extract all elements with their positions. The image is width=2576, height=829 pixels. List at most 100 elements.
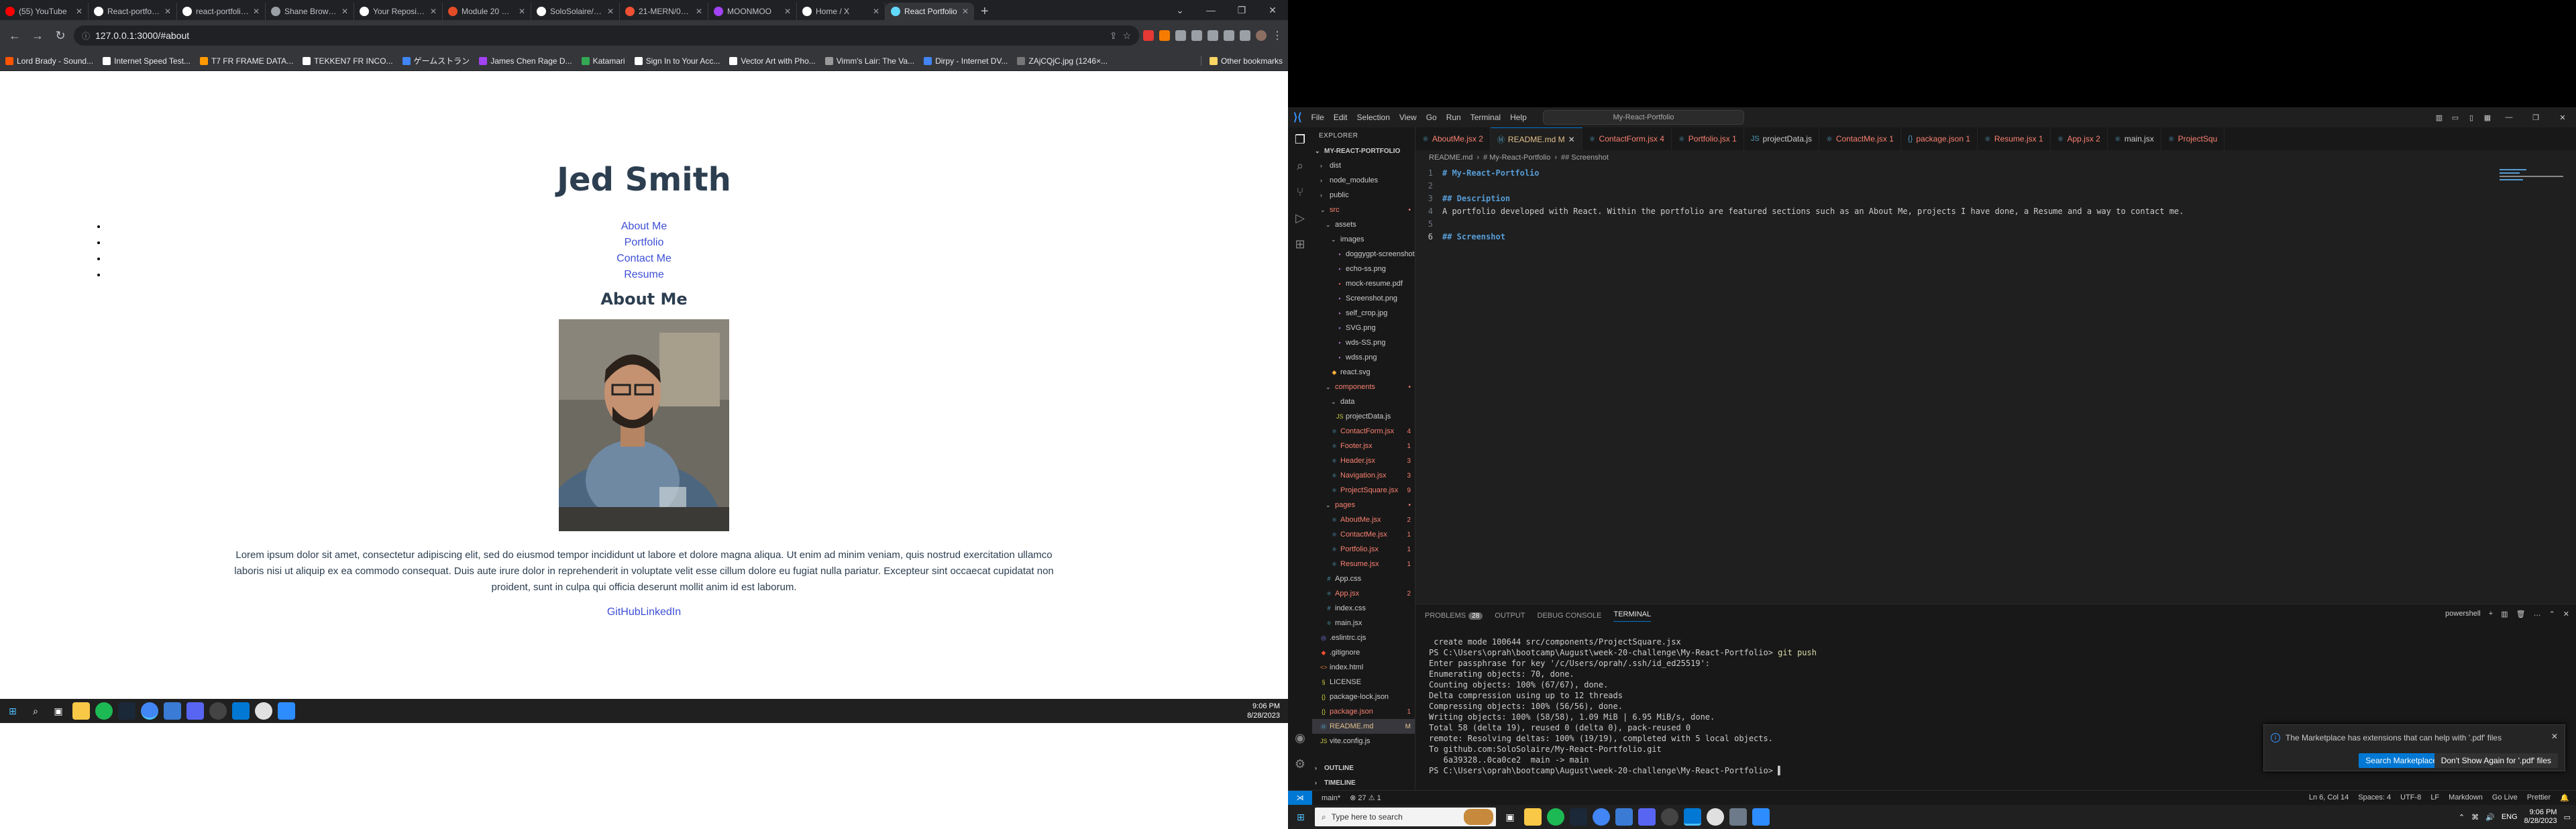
tree-item[interactable]: <> index.html bbox=[1312, 660, 1415, 675]
vscode-icon[interactable] bbox=[232, 702, 250, 720]
editor-tab[interactable]: ⚛ Resume.jsx 1 bbox=[1978, 127, 2051, 150]
notifications-bell-icon[interactable]: 🔔 bbox=[2560, 793, 2569, 802]
layout-icon[interactable]: ▯ bbox=[2463, 113, 2479, 122]
browser-tab[interactable]: MOONMOO ✕ bbox=[708, 3, 797, 20]
bookmark-item[interactable]: Internet Speed Test... bbox=[103, 55, 191, 66]
share-icon[interactable]: ⇪ bbox=[1110, 30, 1118, 42]
volume-icon[interactable]: 🔊 bbox=[2485, 813, 2495, 822]
tab-debug-console[interactable]: DEBUG CONSOLE bbox=[1538, 612, 1602, 620]
menu-item-help[interactable]: Help bbox=[1510, 113, 1527, 122]
close-icon[interactable]: ✕ bbox=[1568, 135, 1575, 144]
spotify-icon[interactable] bbox=[95, 702, 113, 720]
zoom-icon[interactable] bbox=[1752, 808, 1770, 826]
close-icon[interactable]: ✕ bbox=[341, 7, 348, 16]
close-icon[interactable]: ✕ bbox=[2563, 610, 2569, 618]
browser-tab[interactable]: Shane Browning ✕ bbox=[266, 3, 354, 20]
tab-output[interactable]: OUTPUT bbox=[1495, 612, 1525, 620]
bookmark-item[interactable]: ゲームストラン bbox=[402, 55, 470, 66]
app-icon[interactable] bbox=[1707, 808, 1724, 826]
close-icon[interactable]: ✕ bbox=[76, 7, 83, 16]
app-icon[interactable] bbox=[164, 702, 181, 720]
notification-center-icon[interactable]: ▭ bbox=[2564, 813, 2571, 822]
encoding[interactable]: UTF-8 bbox=[2400, 793, 2421, 802]
search-icon[interactable]: ⌕ bbox=[27, 702, 44, 720]
remote-icon[interactable]: ⋊ bbox=[1288, 790, 1312, 806]
tree-item[interactable]: ⚛ ContactMe.jsx 1 bbox=[1312, 527, 1415, 542]
dont-show-again-button[interactable]: Don't Show Again for '.pdf' files bbox=[2434, 753, 2558, 768]
menu-item-file[interactable]: File bbox=[1311, 113, 1324, 122]
editor-tab[interactable]: Ⓜ README.md M ✕ bbox=[1490, 127, 1582, 150]
tree-item[interactable]: JS projectData.js bbox=[1312, 409, 1415, 424]
menu-item-terminal[interactable]: Terminal bbox=[1470, 113, 1501, 122]
editor-tab[interactable]: ⚛ ContactForm.jsx 4 bbox=[1582, 127, 1672, 150]
side-panel-icon[interactable] bbox=[1240, 30, 1250, 41]
go-live-button[interactable]: Go Live bbox=[2492, 793, 2518, 802]
clock[interactable]: 9:06 PM 8/28/2023 bbox=[2524, 808, 2557, 826]
tree-item[interactable]: ⚛ ProjectSquare.jsx 9 bbox=[1312, 483, 1415, 498]
source-control-icon[interactable]: ⑂ bbox=[1297, 185, 1304, 199]
branch-status[interactable]: main* bbox=[1322, 794, 1340, 802]
bookmark-star-icon[interactable]: ☆ bbox=[1122, 30, 1131, 42]
outline-section[interactable]: › OUTLINE bbox=[1312, 761, 1415, 775]
eol[interactable]: LF bbox=[2430, 793, 2439, 802]
tree-item[interactable]: ⚛ Navigation.jsx 3 bbox=[1312, 468, 1415, 483]
tree-item[interactable]: # index.css bbox=[1312, 601, 1415, 616]
discord-icon[interactable] bbox=[186, 702, 204, 720]
browser-tab[interactable]: 21-MERN/01-A... ✕ bbox=[620, 3, 708, 20]
close-icon[interactable]: ✕ bbox=[607, 7, 614, 16]
tree-item[interactable]: › node_modules bbox=[1312, 173, 1415, 188]
bookmark-item[interactable]: Vimm's Lair: The Va... bbox=[824, 55, 914, 66]
tree-item[interactable]: ⌄ pages • bbox=[1312, 498, 1415, 512]
terminal-shell-label[interactable]: powershell bbox=[2445, 610, 2481, 618]
maximize-button[interactable]: ❐ bbox=[2522, 113, 2549, 122]
command-center-search[interactable]: My-React-Portfolio bbox=[1543, 110, 1744, 125]
tree-item[interactable]: ⌄ images bbox=[1312, 232, 1415, 247]
tree-item[interactable]: ⌄ assets bbox=[1312, 217, 1415, 232]
code-editor[interactable]: 1 # My-React-Portfolio 2 3 ## Description 4 A … bbox=[1415, 165, 2576, 604]
tree-item[interactable]: › dist bbox=[1312, 158, 1415, 173]
nav-link-portfolio[interactable]: Portfolio bbox=[107, 235, 1181, 251]
new-tab-button[interactable]: + bbox=[974, 3, 996, 20]
steam-icon[interactable] bbox=[118, 702, 136, 720]
tree-item[interactable]: {} package-lock.json bbox=[1312, 689, 1415, 704]
app-icon[interactable] bbox=[1615, 808, 1633, 826]
steam-icon[interactable] bbox=[1570, 808, 1587, 826]
new-terminal-icon[interactable]: + bbox=[2489, 610, 2493, 618]
browser-tab[interactable]: Home / X ✕ bbox=[797, 3, 885, 20]
editor-tab[interactable]: JS projectData.js bbox=[1744, 127, 1820, 150]
close-icon[interactable]: ✕ bbox=[696, 7, 702, 16]
trash-icon[interactable]: 🗑 bbox=[2516, 610, 2526, 618]
search-marketplace-button[interactable]: Search Marketplace bbox=[2359, 753, 2444, 768]
browser-tab[interactable]: SoloSolaire/My... ✕ bbox=[531, 3, 620, 20]
editor-tab[interactable]: ⚛ ProjectSqu bbox=[2161, 127, 2225, 150]
close-icon[interactable]: ✕ bbox=[962, 7, 969, 16]
app-icon[interactable] bbox=[255, 702, 272, 720]
editor-tab[interactable]: {} package.json 1 bbox=[1901, 127, 1978, 150]
browser-tab[interactable]: Module 20 Chal... ✕ bbox=[443, 3, 531, 20]
extension-icon[interactable] bbox=[1143, 30, 1154, 41]
run-debug-icon[interactable]: ▷ bbox=[1295, 211, 1305, 225]
tree-item[interactable]: ⚛ ContactForm.jsx 4 bbox=[1312, 424, 1415, 439]
problems-status[interactable]: ⊗ 27 ⚠ 1 bbox=[1350, 793, 1381, 802]
reload-button[interactable]: ↻ bbox=[51, 26, 70, 45]
chrome-icon[interactable] bbox=[1593, 808, 1610, 826]
windows-start-icon[interactable]: ⊞ bbox=[4, 702, 21, 720]
bookmark-item[interactable]: Vector Art with Pho... bbox=[729, 55, 816, 66]
search-icon[interactable]: ⌕ bbox=[1297, 159, 1303, 173]
tree-item[interactable]: ▪ wdss.png bbox=[1312, 350, 1415, 365]
layout-icon[interactable]: ▦ bbox=[2479, 113, 2496, 122]
project-folder[interactable]: ⌄ MY-REACT-PORTFOLIO bbox=[1312, 144, 1415, 158]
language-mode[interactable]: Markdown bbox=[2449, 793, 2483, 802]
browser-tab[interactable]: (55) YouTube ✕ bbox=[0, 3, 89, 20]
maximize-panel-icon[interactable]: ⌃ bbox=[2549, 610, 2555, 618]
bookmark-item[interactable]: Sign In to Your Acc... bbox=[634, 55, 720, 66]
tab-problems[interactable]: PROBLEMS 28 bbox=[1425, 612, 1483, 620]
tree-item[interactable]: ▪ SVG.png bbox=[1312, 321, 1415, 335]
close-icon[interactable]: ✕ bbox=[430, 7, 437, 16]
chevron-up-icon[interactable]: ⌃ bbox=[2459, 813, 2465, 822]
network-icon[interactable]: ⌘ bbox=[2471, 813, 2479, 822]
account-icon[interactable]: ◉ bbox=[1295, 731, 1305, 745]
maximize-button[interactable]: ❐ bbox=[1226, 0, 1257, 20]
bookmark-item[interactable]: TEKKEN7 FR INCO... bbox=[303, 55, 393, 66]
task-view-icon[interactable]: ▣ bbox=[1501, 808, 1519, 826]
